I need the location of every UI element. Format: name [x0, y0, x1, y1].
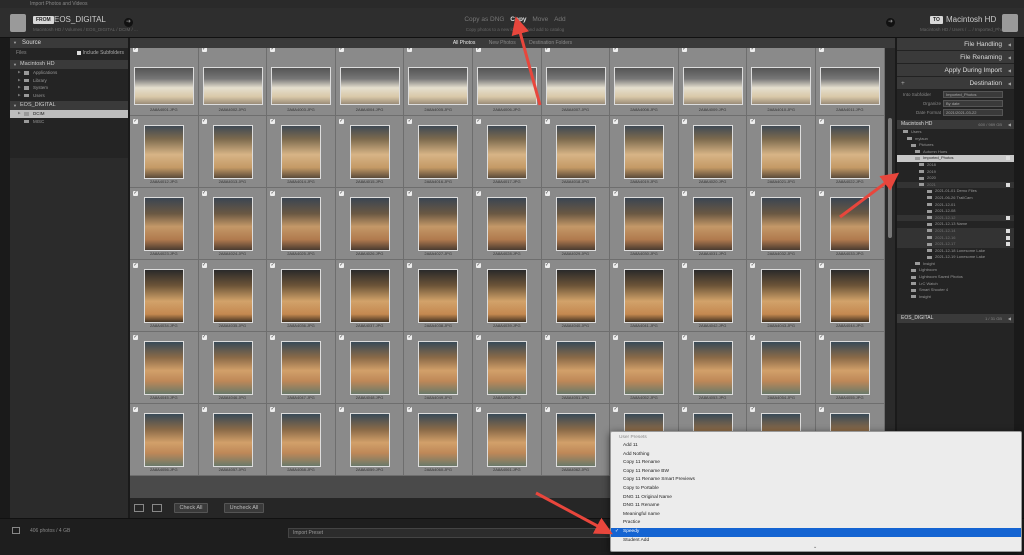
- annotation-arrow-copy: [511, 16, 542, 106]
- annotation-arrows: [511, 16, 900, 535]
- annotation-arrow-preset: [535, 491, 613, 535]
- annotation-arrow-folder: [839, 172, 900, 219]
